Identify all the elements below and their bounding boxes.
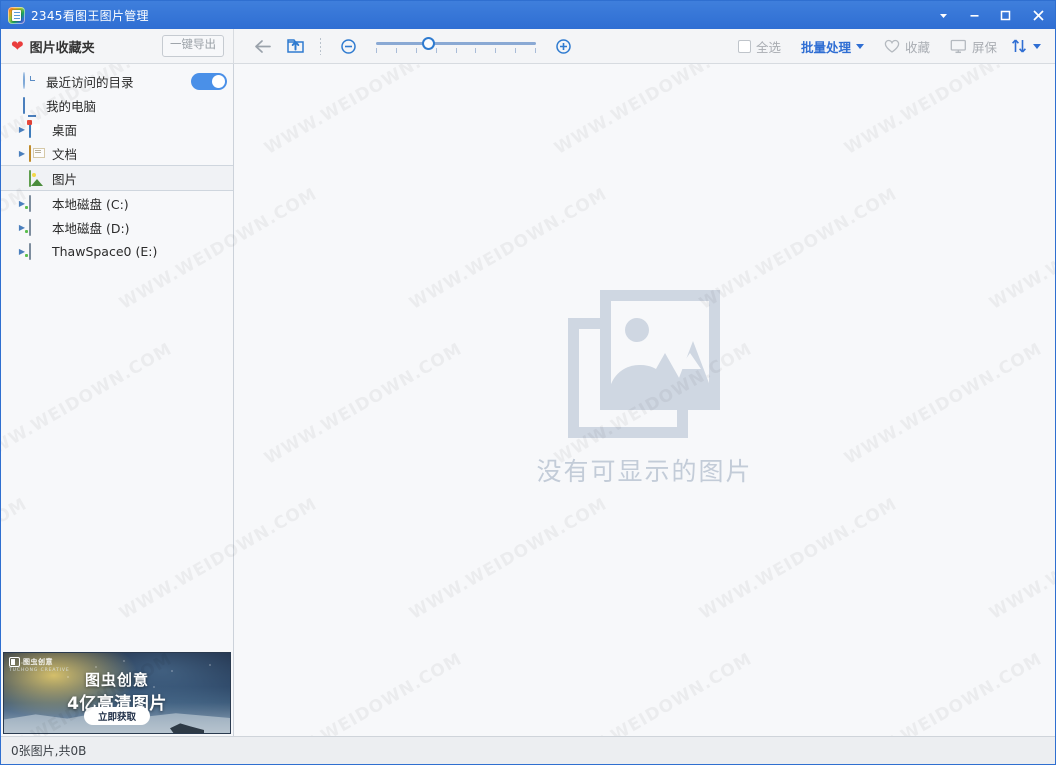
back-arrow-icon [255, 39, 271, 53]
chevron-down-icon [855, 43, 864, 49]
sidebar-item-drive-c[interactable]: ▶ 本地磁盘 (C:) [1, 191, 233, 215]
zoom-out-button[interactable] [333, 33, 364, 59]
batch-process-label: 批量处理 [800, 39, 851, 55]
screensaver-label: 屏保 [971, 39, 997, 55]
back-button[interactable] [246, 33, 279, 59]
sidebar: 最近访问的目录 我的电脑 ▶ 桌面 ▶ 文档 图片 ▶ 本地磁盘 (C:) ▶ … [1, 64, 234, 736]
screensaver-button[interactable]: 屏保 [940, 33, 1007, 60]
chevron-right-icon[interactable]: ▶ [15, 149, 29, 158]
placeholder-frame-front [600, 290, 721, 410]
sidebar-item-label: 我的电脑 [46, 98, 97, 114]
sort-menu[interactable] [1007, 33, 1047, 60]
maximize-button[interactable] [990, 1, 1021, 29]
sidebar-item-label: 最近访问的目录 [46, 74, 134, 90]
zoom-slider-track [376, 42, 536, 45]
empty-state: 没有可显示的图片 [536, 290, 752, 488]
placeholder-notch [679, 353, 702, 369]
chevron-down-icon [940, 13, 947, 18]
select-all-control[interactable]: 全选 [728, 33, 791, 60]
favorites-label: 图片收藏夹 [29, 40, 95, 56]
sidebar-item-mycomputer[interactable]: 我的电脑 [1, 93, 233, 117]
zoom-slider-ticks [376, 48, 536, 54]
maximize-icon [1000, 10, 1011, 20]
export-button[interactable] [279, 33, 312, 59]
batch-process-menu[interactable]: 批量处理 [791, 33, 874, 60]
content-area: 没有可显示的图片 [234, 64, 1055, 736]
ad-logo: 图虫创意 [9, 657, 53, 667]
monitor-icon [950, 39, 966, 53]
heart-icon: ❤ [11, 36, 24, 55]
app-logo-icon [8, 6, 25, 24]
sidebar-item-recent[interactable]: 最近访问的目录 [1, 69, 233, 93]
desktop-icon [29, 121, 46, 138]
monitor-icon [23, 97, 40, 114]
main-body: 最近访问的目录 我的电脑 ▶ 桌面 ▶ 文档 图片 ▶ 本地磁盘 (C:) ▶ … [1, 64, 1055, 736]
status-bar: 0张图片,共0B [1, 736, 1055, 764]
close-icon [1032, 9, 1044, 21]
sidebar-item-drive-d[interactable]: ▶ 本地磁盘 (D:) [1, 215, 233, 239]
status-text: 0张图片,共0B [11, 744, 87, 758]
recent-toggle[interactable] [191, 72, 227, 90]
menu-button[interactable] [928, 1, 959, 29]
empty-state-text: 没有可显示的图片 [536, 457, 753, 486]
zoom-in-button[interactable] [548, 33, 579, 59]
sidebar-item-pictures[interactable]: 图片 [1, 165, 233, 191]
checkbox-unchecked-icon[interactable] [737, 39, 751, 53]
sidebar-item-label: 图片 [52, 171, 78, 187]
export-all-button[interactable]: 一键导出 [162, 35, 224, 57]
sidebar-item-label: 本地磁盘 (C:) [52, 196, 129, 212]
zoom-in-icon [556, 38, 571, 54]
toolbar-right-group: 全选 批量处理 收藏 屏保 [728, 33, 1047, 60]
heart-outline-icon [884, 39, 900, 53]
application-window: 2345看图王图片管理 ❤ 图片收藏夹 一键导出 全选 批量处理 收藏 屏保 最… [0, 0, 1056, 765]
window-title: 2345看图王图片管理 [31, 8, 149, 23]
placeholder-sun [625, 318, 650, 342]
export-upload-icon [287, 39, 304, 53]
no-image-placeholder-icon [568, 290, 721, 438]
minimize-icon [970, 14, 979, 17]
clock-icon [23, 72, 40, 89]
sidebar-item-documents[interactable]: ▶ 文档 [1, 141, 233, 165]
sidebar-item-label: 文档 [52, 146, 78, 162]
ad-cta-button[interactable]: 立即获取 [83, 707, 151, 725]
ad-brand: 图虫创意 [23, 658, 53, 666]
zoom-control [333, 33, 579, 59]
chevron-right-icon[interactable]: ▶ [15, 125, 29, 134]
zoom-slider[interactable] [376, 35, 536, 57]
favorites-header: ❤ 图片收藏夹 一键导出 [1, 29, 234, 63]
sidebar-item-label: 本地磁盘 (D:) [52, 220, 130, 236]
folder-tree: 最近访问的目录 我的电脑 ▶ 桌面 ▶ 文档 图片 ▶ 本地磁盘 (C:) ▶ … [1, 64, 233, 652]
drive-icon [29, 195, 46, 212]
toolbar-separator [320, 37, 321, 55]
chevron-down-icon [1033, 43, 1041, 49]
toolbar: ❤ 图片收藏夹 一键导出 全选 批量处理 收藏 屏保 [1, 29, 1055, 64]
placeholder-hill-c [671, 341, 710, 399]
window-controls [928, 1, 1055, 29]
favorite-label: 收藏 [904, 39, 930, 55]
sidebar-item-label: 桌面 [52, 122, 78, 138]
zoom-out-icon [341, 38, 356, 54]
select-all-label: 全选 [755, 39, 781, 55]
drive-icon [29, 219, 46, 236]
main-toolbar: 全选 批量处理 收藏 屏保 [234, 29, 1055, 63]
sidebar-item-desktop[interactable]: ▶ 桌面 [1, 117, 233, 141]
documents-folder-icon [29, 145, 46, 162]
sidebar-item-label: ThawSpace0 (E:) [52, 243, 158, 259]
tuchong-logo-icon [9, 657, 20, 667]
ad-headline-1: 图虫创意 [84, 671, 149, 689]
pictures-folder-icon [29, 170, 46, 187]
favorite-button[interactable]: 收藏 [874, 33, 940, 60]
sort-icon [1012, 39, 1026, 53]
drive-icon [29, 243, 46, 260]
ad-banner[interactable]: 图虫创意 TUCHONG CREATIVE 图虫创意 4亿高清图片 立即获取 [3, 652, 231, 734]
title-bar: 2345看图王图片管理 [1, 1, 1055, 29]
minimize-button[interactable] [959, 1, 990, 29]
close-button[interactable] [1021, 1, 1055, 29]
sidebar-item-drive-e[interactable]: ▶ ThawSpace0 (E:) [1, 239, 233, 263]
